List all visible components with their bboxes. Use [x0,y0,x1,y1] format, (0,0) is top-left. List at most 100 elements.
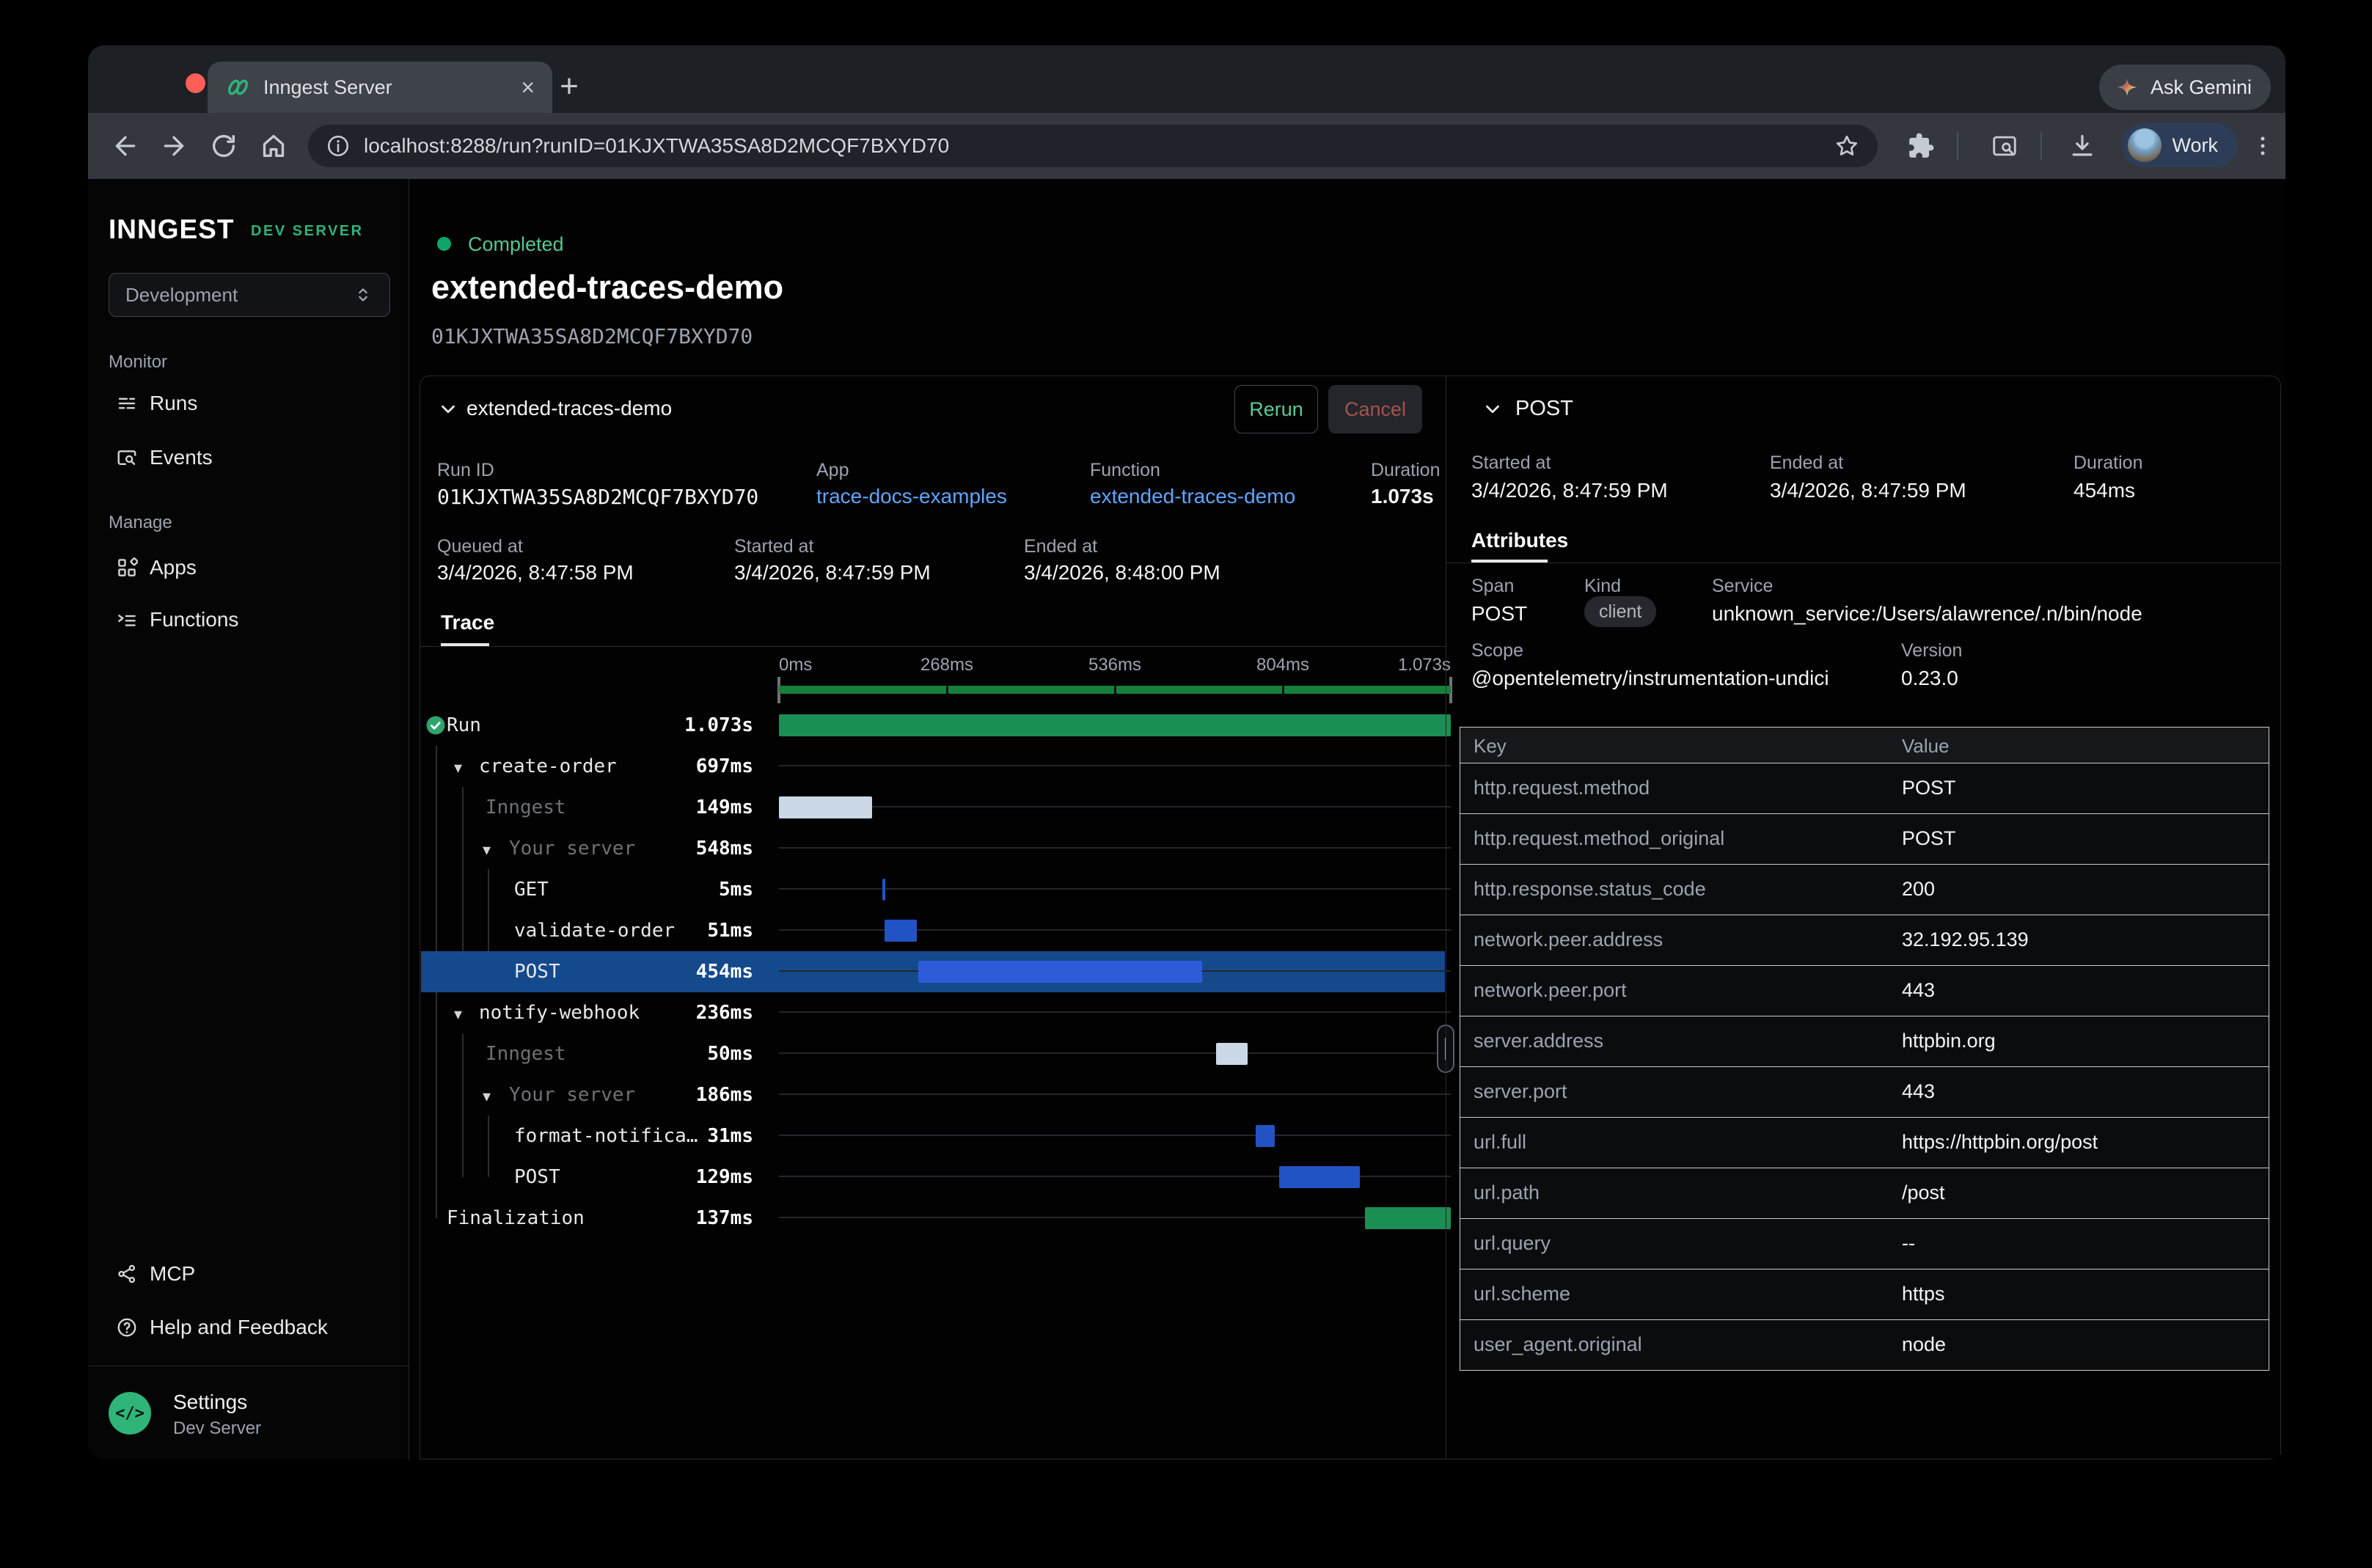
axis-tick-label: 1.073s [1398,655,1451,675]
sidebar-item-apps[interactable]: Apps [88,547,409,588]
forward-icon[interactable] [154,126,194,166]
sidebar-item-label: MCP [150,1262,195,1286]
table-row: server.port443 [1460,1067,2269,1118]
span-title: POST [1515,397,1573,421]
close-tab-icon[interactable]: × [521,76,535,99]
span-collapse-chevron-icon[interactable] [1482,398,1504,420]
field-label: Ended at [1024,536,1097,557]
inngest-logo: INNGEST [109,214,234,245]
ask-gemini-label: Ask Gemini [2150,76,2252,99]
trace-tabbar-border [420,646,1446,647]
toolbar-separator [1957,132,1958,160]
trace-row[interactable]: Run1.073s [420,705,1446,746]
trace-span-bar[interactable] [779,796,872,818]
sidebar-item-events[interactable]: Events [88,437,409,478]
trace-row-duration: 548ms [420,838,753,860]
sidebar-item-functions[interactable]: Functions [88,599,409,640]
trace-row[interactable]: Inngest149ms [420,787,1446,828]
field-value: 1.073s [1371,485,1434,508]
field-value[interactable]: trace-docs-examples [816,485,1007,508]
trace-row[interactable]: POST129ms [420,1157,1446,1198]
home-icon[interactable] [254,126,293,166]
minimap-tick [1114,686,1116,694]
extensions-icon[interactable] [1901,126,1941,166]
settings-label: Settings [173,1391,247,1414]
rerun-button[interactable]: Rerun [1234,385,1318,433]
span-details-pane: POST Started at3/4/2026, 8:47:59 PMEnded… [1446,376,2282,1459]
sidebar-item-mcp[interactable]: MCP [88,1253,409,1294]
screen: Inngest Server × + Ask Gemini [0,0,2372,1568]
field-label: Duration [1371,460,1441,481]
sidebar-item-label: Functions [150,608,238,631]
environment-selector-value: Development [125,284,353,307]
trace-row[interactable]: POST454ms [420,951,1446,992]
trace-row[interactable]: format-notifica…31ms [420,1115,1446,1157]
trace-track-line [779,847,1451,849]
trace-row[interactable]: ▾Your server186ms [420,1074,1446,1115]
trace-row[interactable]: ▾notify-webhook236ms [420,992,1446,1033]
tab-title: Inngest Server [263,76,508,99]
ask-gemini-button[interactable]: Ask Gemini [2099,65,2271,110]
back-icon[interactable] [106,126,145,166]
kind-badge: client [1584,596,1656,627]
span-summary-value: 3/4/2026, 8:47:59 PM [1770,479,1966,502]
table-row: http.request.methodPOST [1460,763,2269,814]
trace-row[interactable]: Finalization137ms [420,1198,1446,1239]
trace-row[interactable]: ▾create-order697ms [420,746,1446,787]
sidebar-item-help[interactable]: Help and Feedback [88,1307,409,1348]
browser-tab[interactable]: Inngest Server × [208,62,552,113]
collapse-chevron-icon[interactable] [437,398,459,420]
minimap-tick [946,686,948,694]
sidebar-item-settings[interactable]: </> Settings Dev Server [109,1391,390,1449]
attr-key: url.scheme [1474,1283,1570,1305]
span-meta-label: Version [1901,640,1962,662]
run-id: 01KJXTWA35SA8D2MCQF7BXYD70 [431,324,753,348]
cancel-button[interactable]: Cancel [1328,385,1422,433]
attr-value: POST [1902,777,1956,799]
trace-row[interactable]: validate-order51ms [420,910,1446,951]
attr-key: server.address [1474,1030,1603,1052]
sidebar-item-runs[interactable]: Runs [88,383,409,424]
browser-tabstrip: Inngest Server × + Ask Gemini [88,45,2285,113]
trace-span-bar[interactable] [1256,1125,1275,1147]
browser-menu-icon[interactable] [2243,126,2283,166]
reload-icon[interactable] [204,126,244,166]
window-close-button[interactable] [186,73,205,93]
download-icon[interactable] [2062,126,2102,166]
web-content: INNGEST DEV SERVER Development MonitorRu… [88,179,2285,1459]
sidebar-item-label: Events [150,446,213,469]
sidebar-section-label: Manage [109,513,172,533]
site-info-icon[interactable] [326,133,351,158]
trace-span-bar[interactable] [885,920,917,942]
trace-span-bar[interactable] [882,879,885,901]
trace-track-line [779,765,1451,766]
address-bar[interactable]: localhost:8288/run?runID=01KJXTWA35SA8D2… [308,125,1878,167]
trace-span-bar[interactable] [1365,1207,1451,1229]
avatar [2128,128,2161,162]
new-tab-button[interactable]: + [549,66,590,107]
app-main: Completed extended-traces-demo 01KJXTWA3… [409,179,2285,1459]
tab-trace[interactable]: Trace [441,611,494,634]
table-row: server.addresshttpbin.org [1460,1016,2269,1067]
environment-selector[interactable]: Development [109,273,390,317]
sidebar-item-label: Help and Feedback [150,1316,328,1339]
trace-row[interactable]: Inngest50ms [420,1033,1446,1074]
trace-span-bar[interactable] [1279,1166,1360,1188]
trace-track-line [779,1052,1451,1054]
run-name: extended-traces-demo [466,397,672,420]
trace-row-duration: 51ms [420,920,753,942]
field-value[interactable]: extended-traces-demo [1090,485,1295,508]
trace-span-bar[interactable] [918,961,1203,983]
page-title: extended-traces-demo [431,268,783,307]
reading-mode-icon[interactable] [1985,126,2024,166]
trace-span-bar[interactable] [779,714,1451,736]
attr-key: url.path [1474,1182,1540,1204]
trace-span-bar[interactable] [1216,1043,1248,1065]
tab-attributes[interactable]: Attributes [1471,529,1568,552]
bookmark-star-icon[interactable] [1834,133,1860,159]
span-summary-value: 3/4/2026, 8:47:59 PM [1471,479,1668,502]
profile-chip[interactable]: Work [2122,123,2237,167]
trace-row[interactable]: GET5ms [420,869,1446,910]
trace-minimap[interactable] [779,686,1451,694]
trace-row[interactable]: ▾Your server548ms [420,828,1446,869]
